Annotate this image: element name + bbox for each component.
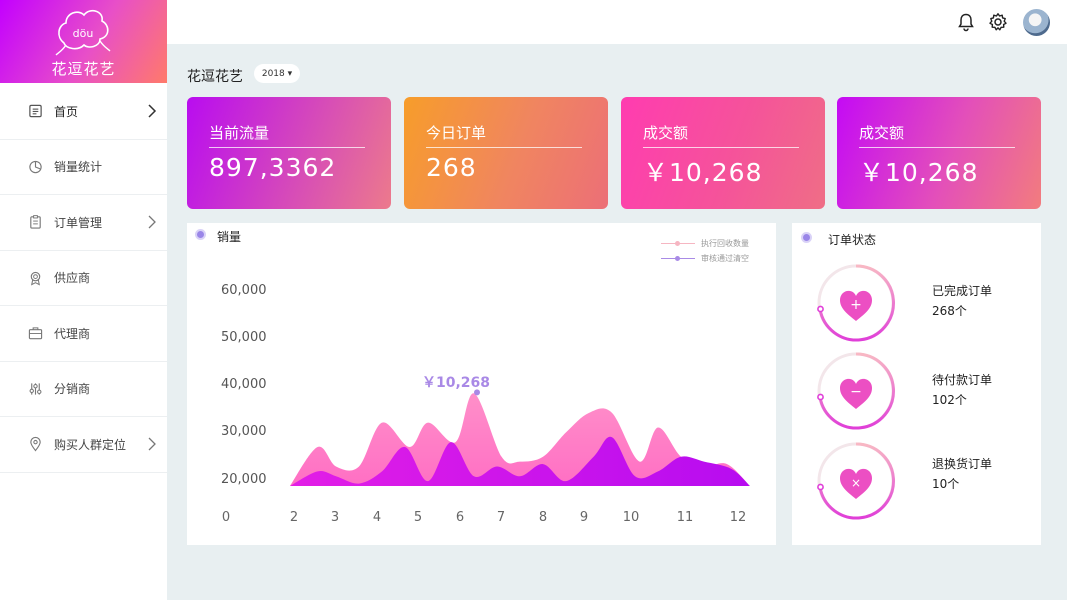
svg-text:−: − — [850, 384, 862, 400]
return-exchange-heart-icon[interactable]: × — [816, 441, 896, 521]
order-status-name: 退换货订单 — [932, 457, 993, 471]
svg-text:×: × — [851, 476, 861, 490]
peak-value-label: ￥10,268 — [422, 375, 491, 391]
panel-title-dot — [801, 232, 812, 243]
order-status-name: 待付款订单 — [932, 373, 993, 387]
order-status-count: 268个 — [932, 304, 967, 318]
order-status-count: 102个 — [932, 393, 967, 407]
order-status-count: 10个 — [932, 477, 960, 491]
pending-payment-heart-icon[interactable]: − — [816, 351, 896, 431]
svg-text:+: + — [850, 297, 862, 313]
completed-order-heart-icon[interactable]: + — [816, 263, 896, 343]
order-status-name: 已完成订单 — [932, 284, 993, 298]
order-status-title: 订单状态 — [828, 233, 877, 247]
